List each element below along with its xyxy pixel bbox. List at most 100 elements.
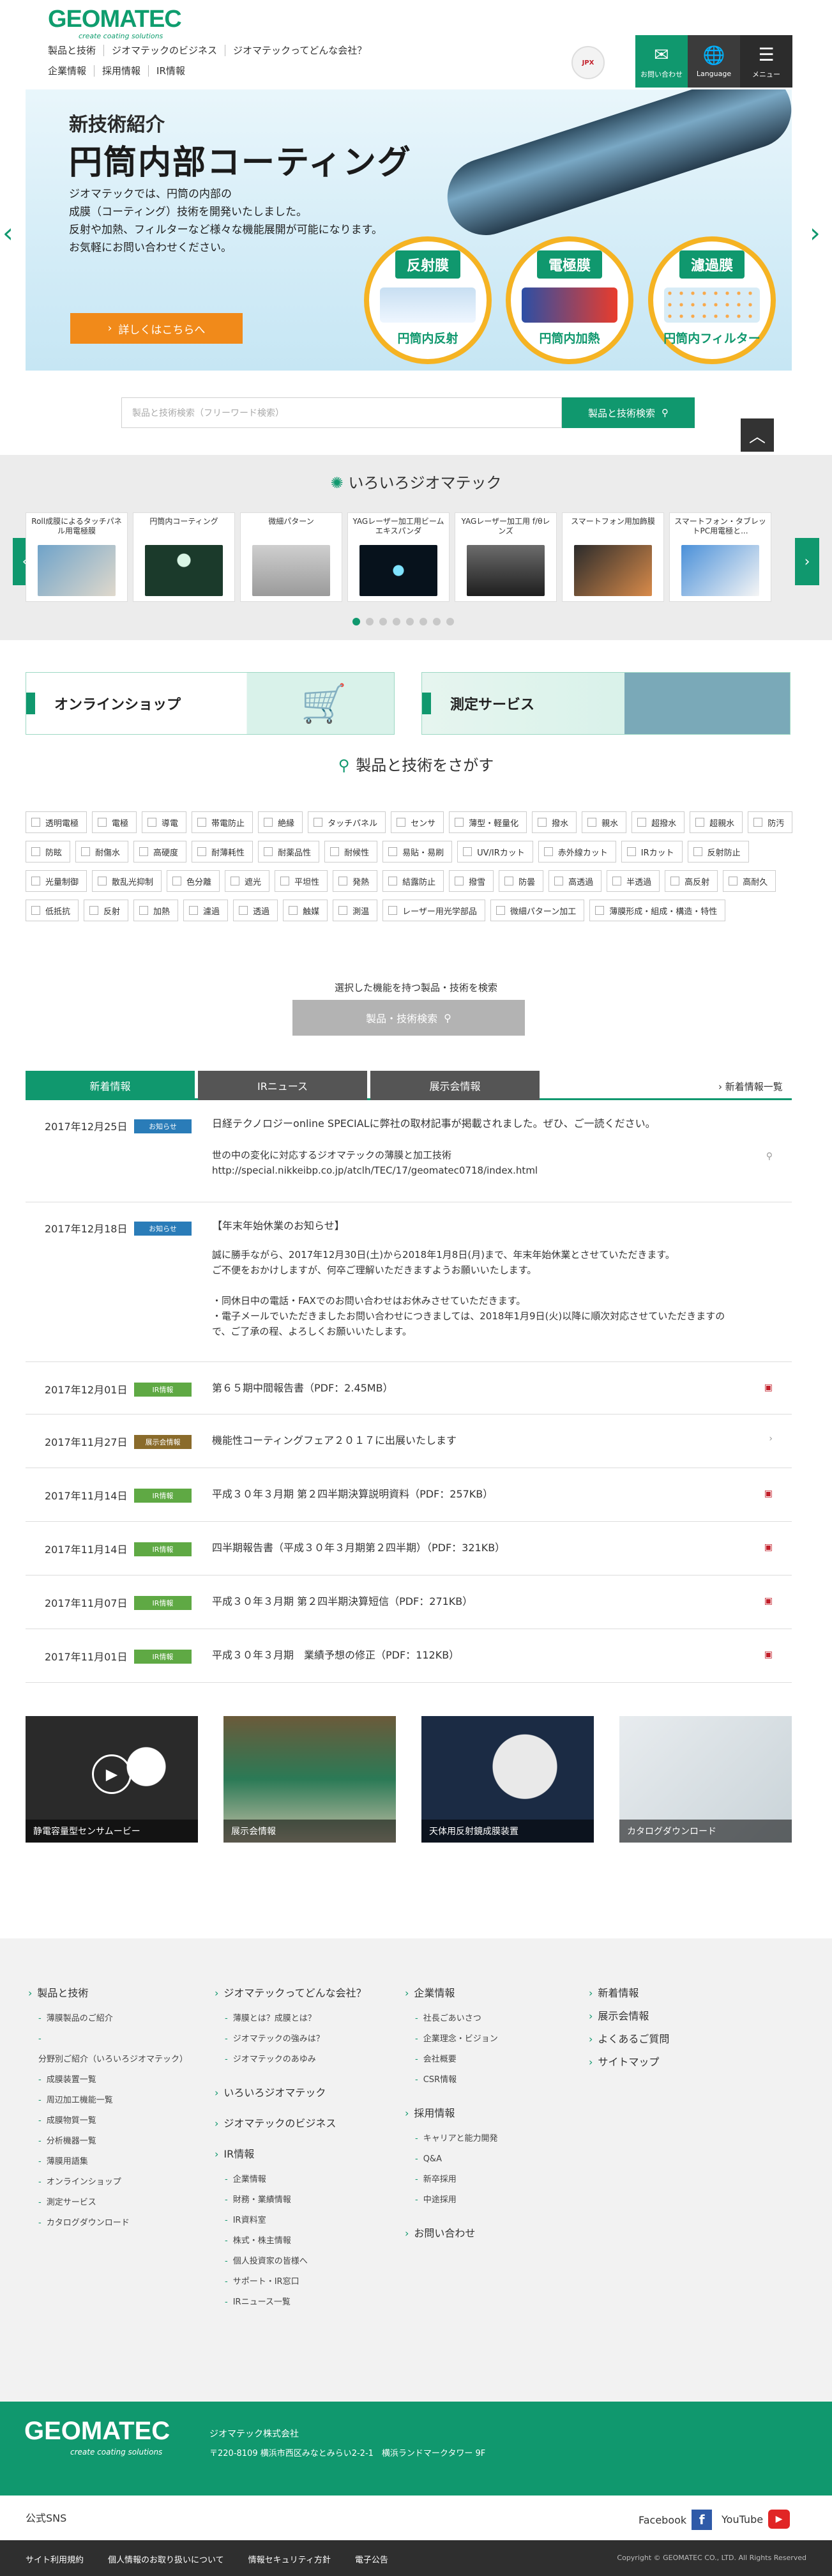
carousel-dot[interactable] xyxy=(352,618,360,625)
function-tag-checkbox[interactable]: レーザー用光学部品 xyxy=(382,900,485,921)
carousel-dot[interactable] xyxy=(433,618,441,625)
hero-cta-button[interactable]: › 詳しくはこちらへ xyxy=(70,313,243,344)
footer-link[interactable]: 成膜装置一覧 xyxy=(28,2070,194,2090)
function-tag-checkbox[interactable]: 透過 xyxy=(233,900,278,921)
function-tag-checkbox[interactable]: 超撥水 xyxy=(632,811,685,833)
function-tag-checkbox[interactable]: 発熱 xyxy=(333,870,378,892)
carousel-item[interactable]: スマートフォン用加飾膜 xyxy=(562,512,664,602)
footer-link[interactable]: Q&A xyxy=(405,2149,564,2170)
function-tag-checkbox[interactable]: 光量制御 xyxy=(26,870,87,892)
function-tag-checkbox[interactable]: 微細パターン加工 xyxy=(490,900,585,921)
footer-heading[interactable]: IR情報 xyxy=(215,2147,374,2162)
function-tag-checkbox[interactable]: 超親水 xyxy=(690,811,743,833)
function-tag-checkbox[interactable]: 平坦性 xyxy=(275,870,328,892)
carousel-item[interactable]: Roll成膜によるタッチパネル用電極膜 xyxy=(26,512,128,602)
footer-link[interactable]: 株式・株主情報 xyxy=(215,2231,374,2251)
function-tag-checkbox[interactable]: 濾過 xyxy=(183,900,229,921)
footer-link[interactable]: 周辺加工機能一覧 xyxy=(28,2090,194,2111)
nav-recruit[interactable]: 採用情報 xyxy=(94,65,148,77)
feature-tile-sensor-movie[interactable]: ▶ 静電容量型センサムービー xyxy=(26,1716,198,1843)
function-tag-checkbox[interactable]: 撥水 xyxy=(532,811,577,833)
nav-business[interactable]: ジオマテックのビジネス xyxy=(103,45,225,56)
online-shop-banner[interactable]: オンラインショップ 🛒 xyxy=(26,672,395,735)
function-tag-checkbox[interactable]: 赤外線カット xyxy=(538,841,616,862)
function-tag-checkbox[interactable]: センサ xyxy=(391,811,444,833)
footer-link[interactable]: 社長ごあいさつ xyxy=(405,2009,564,2029)
facebook-link[interactable]: Facebook f xyxy=(639,2510,713,2530)
news-item[interactable]: 2017年11月01日 IR情報 平成３０年３月期 業績予想の修正（PDF：11… xyxy=(26,1629,792,1683)
function-tag-checkbox[interactable]: タッチパネル xyxy=(308,811,386,833)
feature-tile-mirror-equipment[interactable]: 天体用反射鏡成膜装置 xyxy=(421,1716,594,1843)
footer-link[interactable]: IR資料室 xyxy=(215,2211,374,2231)
footer-heading[interactable]: ジオマテックのビジネス xyxy=(215,2116,374,2131)
footer-link[interactable]: キャリアと能力開発 xyxy=(405,2129,564,2149)
footer-logo[interactable]: GEOMATEC xyxy=(24,2417,170,2446)
measurement-service-banner[interactable]: 測定サービス xyxy=(421,672,790,735)
function-tag-checkbox[interactable]: 加熱 xyxy=(133,900,179,921)
function-tag-checkbox[interactable]: 薄膜形成・組成・構造・特性 xyxy=(589,900,726,921)
function-tag-checkbox[interactable]: 耐候性 xyxy=(324,841,378,862)
function-tag-checkbox[interactable]: 帯電防止 xyxy=(192,811,253,833)
carousel-item[interactable]: 微細パターン xyxy=(240,512,342,602)
tab-news[interactable]: 新着情報 xyxy=(26,1071,195,1100)
footer-link[interactable]: 分野別ご紹介（いろいろジオマテック） xyxy=(28,2029,194,2070)
contact-button[interactable]: ✉ お問い合わせ xyxy=(635,35,688,88)
function-tag-checkbox[interactable]: 撥雪 xyxy=(449,870,494,892)
footer-link[interactable]: 測定サービス xyxy=(28,2193,194,2213)
footer-link[interactable]: サポート・IR窓口 xyxy=(215,2272,374,2292)
footer-link[interactable]: 個人投資家の皆様へ xyxy=(215,2251,374,2272)
news-item[interactable]: 2017年12月01日 IR情報 第６５期中間報告書（PDF：2.45MB） ▣ xyxy=(26,1362,792,1414)
nav-about[interactable]: ジオマテックってどんな会社？ xyxy=(225,45,374,56)
footer-heading[interactable]: いろいろジオマテック xyxy=(215,2085,374,2101)
carousel-dot[interactable] xyxy=(393,618,400,625)
function-tag-checkbox[interactable]: 親水 xyxy=(582,811,627,833)
nav-products[interactable]: 製品と技術 xyxy=(48,45,103,56)
news-item[interactable]: 2017年11月14日 IR情報 平成３０年３月期 第２四半期決算説明資料（PD… xyxy=(26,1468,792,1522)
terms-link[interactable]: サイト利用規約 xyxy=(26,2553,84,2565)
function-tag-checkbox[interactable]: 高硬度 xyxy=(133,841,187,862)
function-tag-checkbox[interactable]: 高反射 xyxy=(665,870,718,892)
function-tag-checkbox[interactable]: 防曇 xyxy=(499,870,544,892)
carousel-dot[interactable] xyxy=(446,618,454,625)
footer-heading[interactable]: お問い合わせ xyxy=(405,2226,564,2241)
back-to-top-button[interactable]: ︿ xyxy=(741,418,774,452)
carousel-item[interactable]: YAGレーザー加工用 f/θレンズ xyxy=(455,512,557,602)
footer-heading[interactable]: 展示会情報 xyxy=(589,2009,748,2024)
tab-ir-news[interactable]: IRニュース xyxy=(198,1071,367,1100)
function-tag-checkbox[interactable]: UV/IRカット xyxy=(457,841,533,862)
function-tag-checkbox[interactable]: 反射 xyxy=(84,900,129,921)
site-logo[interactable]: GEOMATEC create coating solutions xyxy=(48,6,195,40)
footer-link[interactable]: 中途採用 xyxy=(405,2190,564,2211)
function-tag-checkbox[interactable]: 散乱光抑制 xyxy=(92,870,162,892)
carousel-dot[interactable] xyxy=(406,618,414,625)
news-body-line[interactable]: http://special.nikkeibp.co.jp/atclh/TEC/… xyxy=(212,1163,761,1178)
hero-next-arrow[interactable]: › xyxy=(810,217,821,249)
hero-prev-arrow[interactable]: ‹ xyxy=(3,217,13,249)
menu-button[interactable]: ☰ メニュー xyxy=(740,35,792,88)
carousel-dot[interactable] xyxy=(366,618,374,625)
footer-link[interactable]: 薄膜用語集 xyxy=(28,2152,194,2172)
function-tag-checkbox[interactable]: 低抵抗 xyxy=(26,900,79,921)
tech-search-button[interactable]: 製品・技術検索 ⚲ xyxy=(292,1000,525,1036)
footer-link[interactable]: オンラインショップ xyxy=(28,2172,194,2193)
freeword-search-button[interactable]: 製品と技術検索 ⚲ xyxy=(562,397,695,428)
function-tag-checkbox[interactable]: 薄型・軽量化 xyxy=(449,811,527,833)
footer-link[interactable]: 財務・業績情報 xyxy=(215,2190,374,2211)
function-tag-checkbox[interactable]: 耐傷水 xyxy=(75,841,129,862)
footer-link[interactable]: IRニュース一覧 xyxy=(215,2292,374,2313)
news-item[interactable]: 2017年11月27日 展示会情報 機能性コーティングフェア２０１７に出展いたし… xyxy=(26,1414,792,1468)
function-tag-checkbox[interactable]: 高耐久 xyxy=(723,870,776,892)
news-item[interactable]: 2017年11月07日 IR情報 平成３０年３月期 第２四半期決算短信（PDF：… xyxy=(26,1575,792,1629)
function-tag-checkbox[interactable]: 結露防止 xyxy=(382,870,444,892)
carousel-item[interactable]: YAGレーザー加工用ビームエキスパンダ xyxy=(347,512,450,602)
footer-heading[interactable]: よくあるご質問 xyxy=(589,2032,748,2047)
nav-corporate[interactable]: 企業情報 xyxy=(48,65,94,77)
news-item[interactable]: 2017年12月25日 お知らせ 日経テクノロジーonline SPECIALに… xyxy=(26,1100,792,1202)
function-tag-checkbox[interactable]: 測温 xyxy=(333,900,378,921)
footer-link[interactable]: 新卒採用 xyxy=(405,2170,564,2190)
function-tag-checkbox[interactable]: 絶縁 xyxy=(258,811,303,833)
function-tag-checkbox[interactable]: 易貼・易刷 xyxy=(382,841,453,862)
function-tag-checkbox[interactable]: 耐薬品性 xyxy=(258,841,320,862)
news-item[interactable]: 2017年11月14日 IR情報 四半期報告書（平成３０年３月期第２四半期）（P… xyxy=(26,1522,792,1575)
footer-heading[interactable]: 採用情報 xyxy=(405,2106,564,2121)
